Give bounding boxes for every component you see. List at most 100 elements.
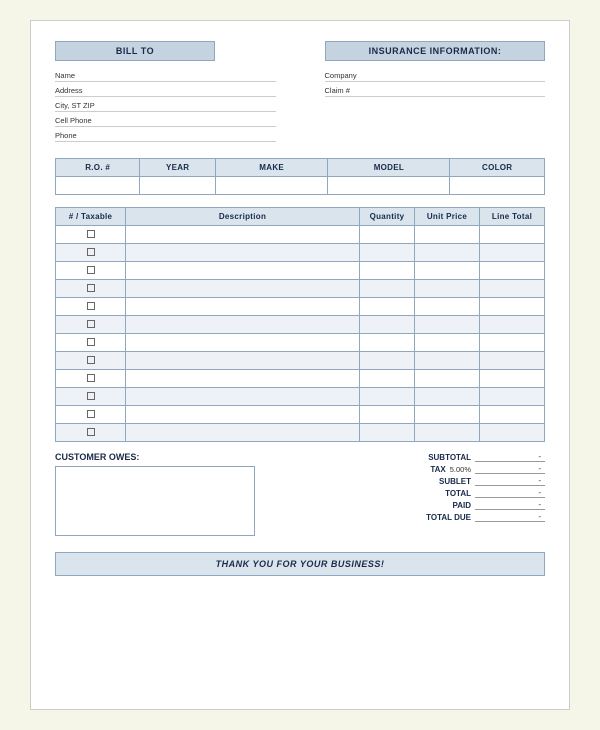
items-col-unit: Unit Price [415, 208, 480, 226]
vehicle-col-color: COLOR [450, 159, 545, 177]
items-col-total: Line Total [480, 208, 545, 226]
item-total-cell [480, 316, 545, 334]
invoice-container: BILL TO INSURANCE INFORMATION: Name Addr… [30, 20, 570, 710]
item-num-cell [56, 280, 126, 298]
item-total-cell [480, 244, 545, 262]
vehicle-year-value [140, 177, 216, 195]
items-col-qty: Quantity [360, 208, 415, 226]
item-desc-cell [126, 334, 360, 352]
item-num-cell [56, 406, 126, 424]
tax-row: TAX 5.00% - [310, 464, 545, 474]
taxable-checkbox[interactable] [87, 374, 95, 382]
item-unit-cell [415, 262, 480, 280]
item-total-cell [480, 262, 545, 280]
item-total-cell [480, 352, 545, 370]
subtotal-label: SUBTOTAL [401, 453, 471, 462]
item-num-cell [56, 352, 126, 370]
item-num-cell [56, 334, 126, 352]
total-value: - [475, 488, 545, 498]
sublet-row: SUBLET - [310, 476, 545, 486]
item-num-cell [56, 226, 126, 244]
item-qty-cell [360, 352, 415, 370]
item-unit-cell [415, 388, 480, 406]
item-num-cell [56, 262, 126, 280]
name-label: Name [55, 71, 105, 80]
customer-owes-section: CUSTOMER OWES: [55, 452, 290, 536]
bill-to-fields: Name Address City, ST ZIP Cell Phone Pho… [55, 71, 276, 146]
table-row [56, 280, 545, 298]
item-desc-cell [126, 280, 360, 298]
item-qty-cell [360, 226, 415, 244]
item-total-cell [480, 424, 545, 442]
tax-label: TAX [376, 465, 446, 474]
table-row [56, 424, 545, 442]
vehicle-col-make: MAKE [215, 159, 327, 177]
info-section: Name Address City, ST ZIP Cell Phone Pho… [55, 71, 545, 146]
table-row [56, 334, 545, 352]
address-label: Address [55, 86, 105, 95]
table-row [56, 262, 545, 280]
vehicle-col-ro: R.O. # [56, 159, 140, 177]
taxable-checkbox[interactable] [87, 338, 95, 346]
paid-value: - [475, 500, 545, 510]
item-desc-cell [126, 424, 360, 442]
insurance-fields: Company Claim # [325, 71, 546, 146]
taxable-checkbox[interactable] [87, 356, 95, 364]
item-unit-cell [415, 280, 480, 298]
item-num-cell [56, 244, 126, 262]
customer-owes-box [55, 466, 255, 536]
vehicle-ro-value [56, 177, 140, 195]
cell-field-row: Cell Phone [55, 116, 276, 127]
items-col-desc: Description [126, 208, 360, 226]
taxable-checkbox[interactable] [87, 428, 95, 436]
paid-label: PAID [401, 501, 471, 510]
sublet-value: - [475, 476, 545, 486]
taxable-checkbox[interactable] [87, 392, 95, 400]
taxable-checkbox[interactable] [87, 302, 95, 310]
vehicle-table: R.O. # YEAR MAKE MODEL COLOR [55, 158, 545, 195]
taxable-checkbox[interactable] [87, 284, 95, 292]
item-total-cell [480, 226, 545, 244]
item-qty-cell [360, 406, 415, 424]
vehicle-col-model: MODEL [328, 159, 450, 177]
company-label: Company [325, 71, 375, 80]
table-row [56, 370, 545, 388]
taxable-checkbox[interactable] [87, 230, 95, 238]
vehicle-color-value [450, 177, 545, 195]
item-total-cell [480, 406, 545, 424]
bill-to-header: BILL TO [55, 41, 215, 61]
city-label: City, ST ZIP [55, 101, 105, 110]
taxable-checkbox[interactable] [87, 410, 95, 418]
item-unit-cell [415, 244, 480, 262]
bottom-section: CUSTOMER OWES: SUBTOTAL - TAX 5.00% - SU… [55, 452, 545, 536]
item-qty-cell [360, 334, 415, 352]
table-row [56, 316, 545, 334]
item-num-cell [56, 424, 126, 442]
item-unit-cell [415, 334, 480, 352]
taxable-checkbox[interactable] [87, 248, 95, 256]
taxable-checkbox[interactable] [87, 266, 95, 274]
phone-label: Phone [55, 131, 105, 140]
items-col-num: # / Taxable [56, 208, 126, 226]
tax-rate: 5.00% [450, 465, 471, 474]
item-total-cell [480, 388, 545, 406]
item-unit-cell [415, 424, 480, 442]
item-desc-cell [126, 262, 360, 280]
taxable-checkbox[interactable] [87, 320, 95, 328]
vehicle-col-year: YEAR [140, 159, 216, 177]
item-qty-cell [360, 262, 415, 280]
item-desc-cell [126, 226, 360, 244]
item-num-cell [56, 370, 126, 388]
item-desc-cell [126, 298, 360, 316]
total-due-label: TOTAL DUE [401, 513, 471, 522]
company-field-row: Company [325, 71, 546, 82]
footer-text: THANK YOU FOR YOUR BUSINESS! [216, 559, 385, 569]
subtotal-value: - [475, 452, 545, 462]
item-unit-cell [415, 352, 480, 370]
item-desc-cell [126, 388, 360, 406]
total-row: TOTAL - [310, 488, 545, 498]
item-desc-cell [126, 406, 360, 424]
phone-field-row: Phone [55, 131, 276, 142]
item-unit-cell [415, 226, 480, 244]
item-total-cell [480, 280, 545, 298]
